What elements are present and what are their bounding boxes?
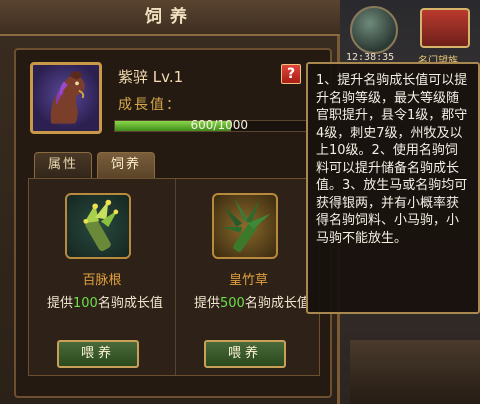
growth-progress-text: 600/1000 bbox=[190, 118, 249, 132]
desc-suffix: 名驹成长值 bbox=[97, 296, 163, 311]
horse-icon bbox=[50, 71, 85, 124]
feed-item-card: 百脉根 提供100名驹成长值 喂养 bbox=[29, 179, 175, 375]
feed-item-name: 百脉根 bbox=[82, 273, 122, 288]
bamboo-grass-icon[interactable] bbox=[212, 193, 278, 259]
tab-feeding[interactable]: 饲养 bbox=[97, 152, 155, 178]
grass-bundle-icon[interactable] bbox=[65, 193, 131, 259]
help-tooltip: 1、提升名驹成长值可以提升名驹等级，最大等级随官职提升，县令1级，郡守4级，刺史… bbox=[306, 62, 480, 314]
feed-button[interactable]: 喂养 bbox=[204, 340, 286, 368]
feed-button[interactable]: 喂养 bbox=[57, 340, 139, 368]
feed-item-name: 皇竹草 bbox=[228, 273, 268, 288]
desc-prefix: 提供 bbox=[47, 296, 74, 311]
horse-name: 紫骍 Lv.1 bbox=[118, 68, 184, 86]
desc-suffix: 名驹成长值 bbox=[244, 296, 310, 311]
help-button[interactable]: ? bbox=[281, 64, 301, 84]
growth-progress-bar: 600/1000 bbox=[114, 118, 309, 132]
desc-prefix: 提供 bbox=[194, 296, 221, 311]
feed-items-area: 百脉根 提供100名驹成长值 喂养 皇竹草 提供500名驹成长值 喂养 bbox=[28, 178, 320, 376]
growth-amount: 100 bbox=[73, 296, 98, 311]
tooltip-text: 1、提升名驹成长值可以提升名驹等级，最大等级随官职提升，县令1级，郡守4级，刺史… bbox=[316, 73, 468, 246]
horse-portrait bbox=[30, 62, 102, 134]
panel-title: 饲养 bbox=[145, 7, 195, 27]
feed-item-card: 皇竹草 提供500名驹成长值 喂养 bbox=[175, 179, 321, 375]
building-icon[interactable] bbox=[420, 8, 470, 48]
growth-amount: 500 bbox=[220, 296, 245, 311]
feeding-panel: 饲养 紫骍 Lv.1 成長值： ? 600/1000 属性 饲养 百脉根 提供1… bbox=[0, 0, 340, 404]
clock-badge-icon[interactable] bbox=[350, 6, 398, 54]
tab-attributes[interactable]: 属性 bbox=[34, 152, 92, 178]
panel-titlebar: 饲养 bbox=[0, 0, 340, 36]
growth-label: 成長值： bbox=[118, 97, 182, 113]
background-shelf bbox=[350, 340, 480, 404]
feed-item-description: 提供100名驹成长值 bbox=[47, 295, 163, 313]
feed-item-description: 提供500名驹成长值 bbox=[194, 295, 310, 313]
